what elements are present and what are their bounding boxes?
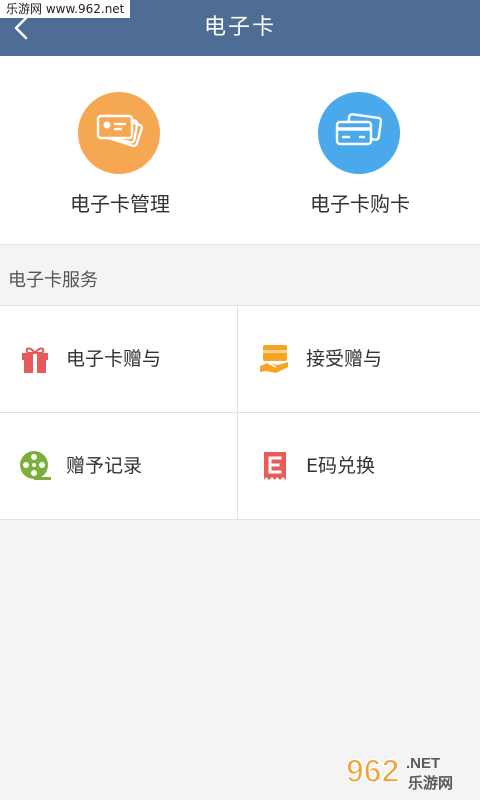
gift-records-service[interactable]: 赠予记录 xyxy=(0,413,239,519)
e-code-redeem-label: E码兑换 xyxy=(306,455,376,477)
service-grid: 电子卡赠与 接受赠与 赠予记录 E码兑换 xyxy=(0,305,480,520)
e-code-redeem-service[interactable]: E码兑换 xyxy=(240,413,479,519)
section-title: 电子卡服务 xyxy=(8,270,98,291)
gift-card-label: 电子卡赠与 xyxy=(66,348,162,370)
film-reel-icon xyxy=(20,451,51,480)
card-purchase-button[interactable]: 电子卡购卡 xyxy=(240,56,480,244)
card-management-label: 电子卡管理 xyxy=(70,192,170,216)
e-code-ticket-icon xyxy=(264,452,286,480)
watermark-bottom-right: 962 .NET 乐游网 xyxy=(344,750,474,794)
watermark-site: 乐游网 xyxy=(408,774,453,792)
card-management-icon-circle xyxy=(78,92,160,174)
receive-gift-service[interactable]: 接受赠与 xyxy=(240,306,479,412)
watermark-suffix: .NET xyxy=(406,755,440,772)
card-management-button[interactable]: 电子卡管理 xyxy=(0,56,240,244)
card-purchase-icon-circle xyxy=(318,92,400,174)
receive-gift-label: 接受赠与 xyxy=(306,348,383,370)
watermark-digits: 962 xyxy=(346,753,399,789)
watermark-top-left: 乐游网 www.962.net xyxy=(0,0,131,18)
gift-icon xyxy=(22,347,48,373)
gift-records-label: 赠予记录 xyxy=(66,455,143,477)
cards-stack-icon xyxy=(96,114,143,148)
gift-card-service[interactable]: 电子卡赠与 xyxy=(0,306,239,412)
card-purchase-icon xyxy=(335,113,383,146)
top-actions-panel: 电子卡管理 电子卡购卡 xyxy=(0,56,480,245)
card-purchase-label: 电子卡购卡 xyxy=(310,192,410,216)
site-logo-watermark: 962 .NET 乐游网 xyxy=(345,752,453,792)
receive-card-icon xyxy=(260,345,288,373)
